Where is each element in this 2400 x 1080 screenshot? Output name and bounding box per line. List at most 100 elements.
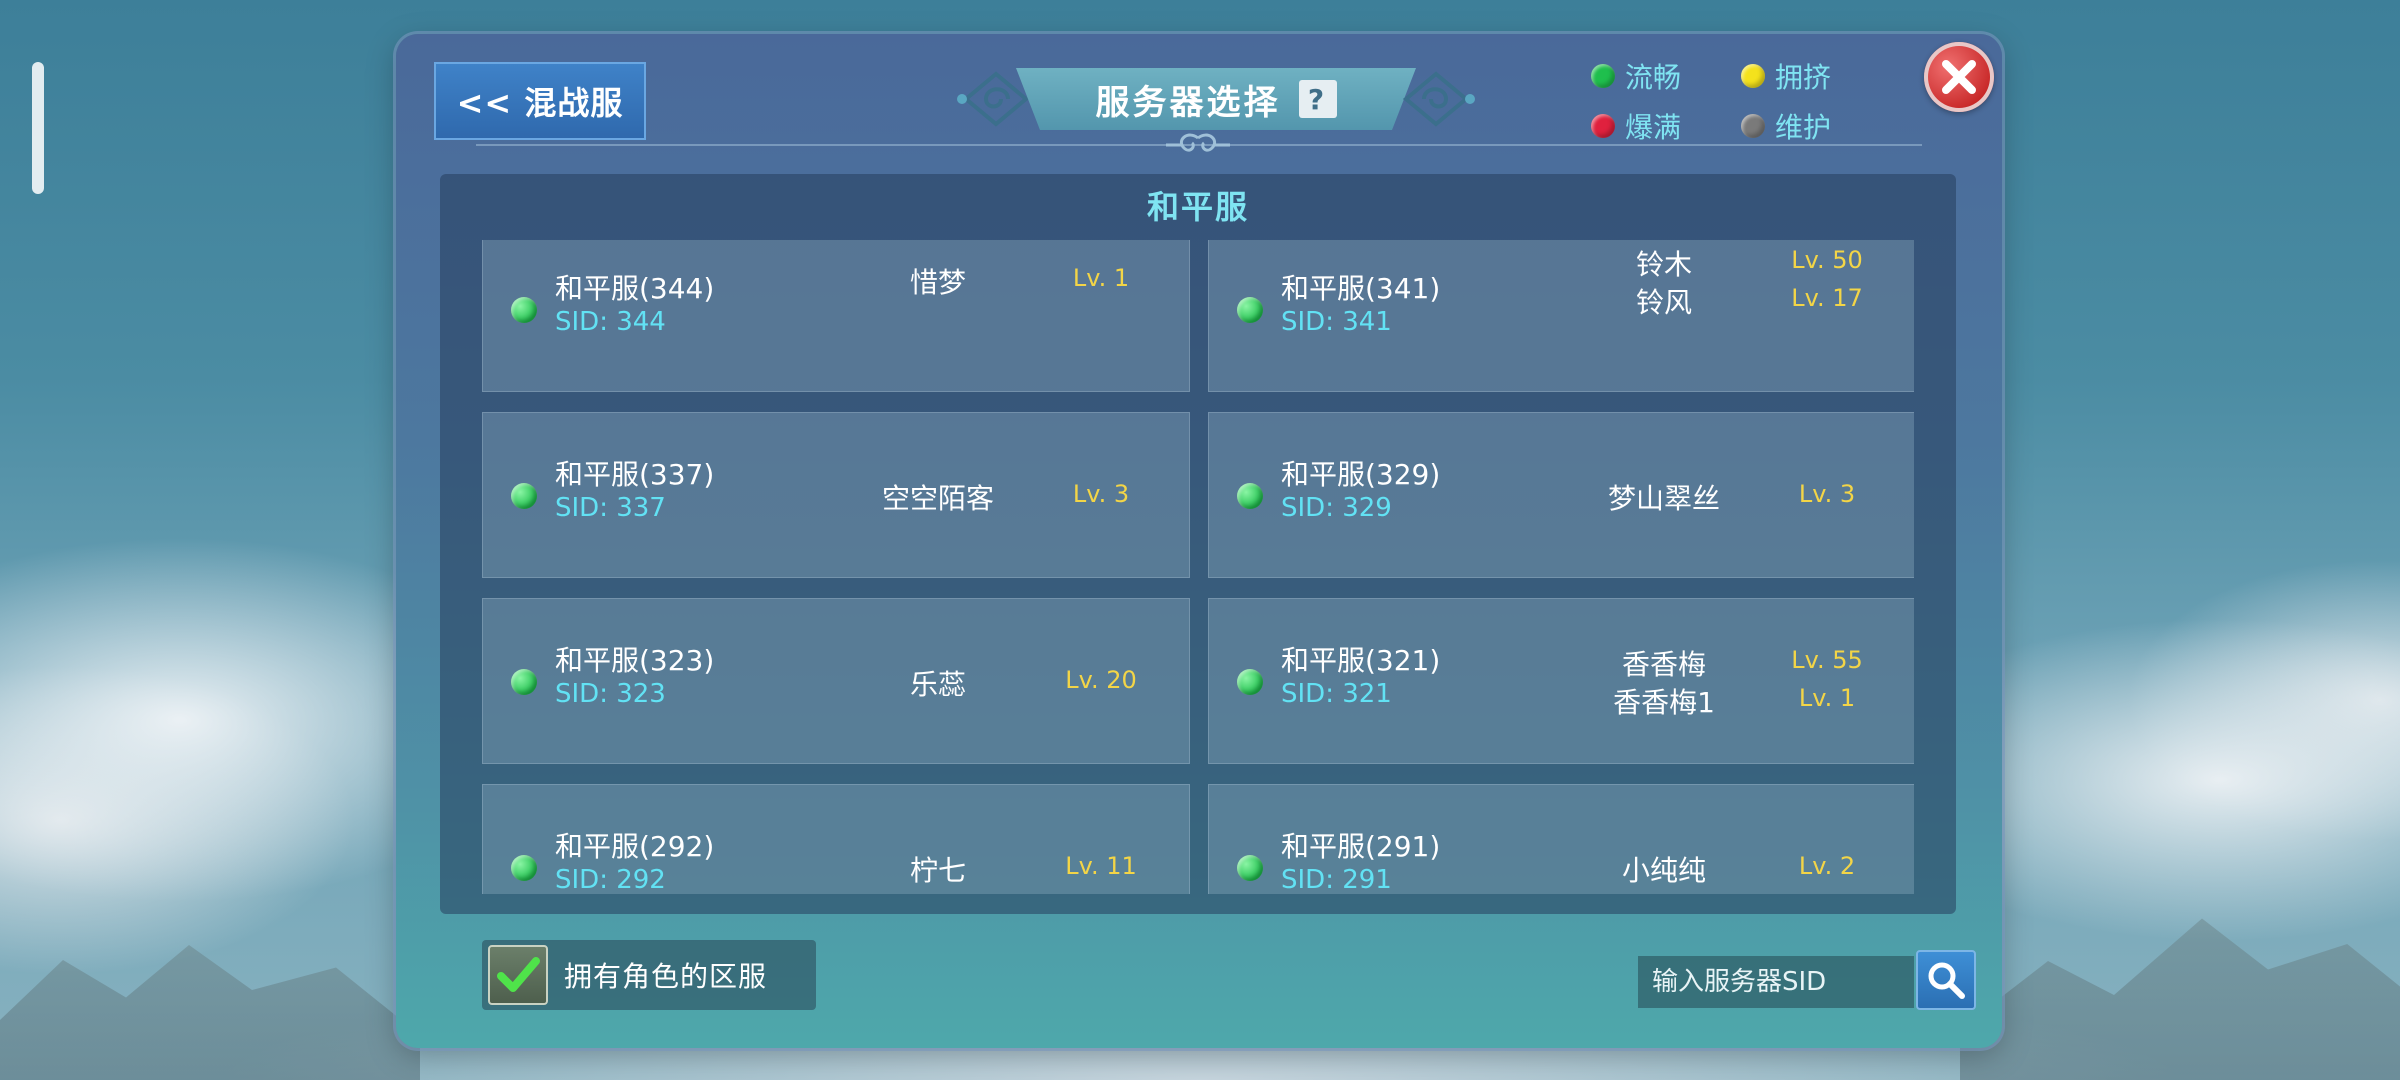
legend-label: 流畅 bbox=[1625, 61, 1682, 94]
server-sid: SID: 341 bbox=[1281, 307, 1392, 337]
game-background: << 混战服 服务器选择 ? 流畅 拥挤 爆满 维护 和平服 和平服(344) … bbox=[0, 0, 2400, 1080]
legend-crowded: 拥挤 bbox=[1741, 56, 1891, 96]
status-dot-icon bbox=[1741, 64, 1765, 88]
server-sid: SID: 323 bbox=[555, 679, 666, 709]
character-list: 空空陌客 Lv. 3 bbox=[843, 413, 1169, 579]
side-scroll-handle[interactable] bbox=[32, 62, 44, 194]
character-row: 梦山翠丝 Lv. 3 bbox=[1569, 477, 1895, 517]
character-list: 小纯纯 Lv. 2 bbox=[1569, 785, 1895, 894]
character-level: Lv. 11 bbox=[1065, 852, 1137, 880]
server-sid: SID: 344 bbox=[555, 307, 666, 337]
server-name: 和平服(344) bbox=[555, 272, 715, 305]
character-level: Lv. 2 bbox=[1798, 852, 1856, 880]
server-name: 和平服(291) bbox=[1281, 830, 1441, 863]
back-to-mixed-server-button[interactable]: << 混战服 bbox=[434, 62, 646, 140]
server-sid: SID: 292 bbox=[555, 865, 666, 894]
character-name: 惜梦 bbox=[909, 266, 966, 299]
character-row: 香香梅 Lv. 55 bbox=[1569, 643, 1895, 683]
server-name: 和平服(321) bbox=[1281, 644, 1441, 677]
server-name: 和平服(337) bbox=[555, 458, 715, 491]
character-level: Lv. 3 bbox=[1798, 480, 1856, 508]
server-name: 和平服(323) bbox=[555, 644, 715, 677]
character-list: 铃木 Lv. 50 铃风 Lv. 17 bbox=[1569, 240, 1895, 393]
character-name: 梦山翠丝 bbox=[1607, 482, 1720, 515]
character-level: Lv. 1 bbox=[1072, 264, 1130, 292]
server-card[interactable]: 和平服(292) SID: 292 柠七 Lv. 11 bbox=[482, 784, 1190, 894]
character-level: Lv. 17 bbox=[1791, 284, 1863, 312]
character-level: Lv. 55 bbox=[1791, 646, 1863, 674]
character-level: Lv. 50 bbox=[1791, 246, 1863, 274]
character-list: 香香梅 Lv. 55 香香梅1 Lv. 1 bbox=[1569, 599, 1895, 765]
legend-label: 拥挤 bbox=[1775, 61, 1832, 94]
server-card[interactable]: 和平服(321) SID: 321 香香梅 Lv. 55 香香梅1 Lv. 1 bbox=[1208, 598, 1914, 764]
character-row: 香香梅1 Lv. 1 bbox=[1569, 681, 1895, 721]
title-row: 服务器选择 ? bbox=[956, 68, 1476, 130]
character-row: 空空陌客 Lv. 3 bbox=[843, 477, 1169, 517]
category-title: 和平服 bbox=[1146, 188, 1249, 226]
character-level: Lv. 1 bbox=[1798, 684, 1856, 712]
character-row: 铃风 Lv. 17 bbox=[1569, 281, 1895, 321]
server-card[interactable]: 和平服(341) SID: 341 铃木 Lv. 50 铃风 Lv. 17 bbox=[1208, 240, 1914, 392]
server-card[interactable]: 和平服(323) SID: 323 乐蕊 Lv. 20 bbox=[482, 598, 1190, 764]
server-list[interactable]: 和平服(344) SID: 344 惜梦 Lv. 1 和平服(341) SID:… bbox=[482, 240, 1914, 894]
character-list: 柠七 Lv. 11 bbox=[843, 785, 1169, 894]
character-name: 小纯纯 bbox=[1621, 854, 1706, 887]
status-dot-icon bbox=[1741, 114, 1765, 138]
search-icon bbox=[1928, 962, 1965, 999]
server-sid: SID: 337 bbox=[555, 493, 666, 523]
character-list: 惜梦 Lv. 1 bbox=[843, 240, 1169, 393]
legend-label: 爆满 bbox=[1625, 111, 1682, 144]
character-row: 铃木 Lv. 50 bbox=[1569, 243, 1895, 283]
status-legend: 流畅 拥挤 爆满 维护 bbox=[1591, 56, 1891, 146]
server-list-area: 和平服 和平服(344) SID: 344 惜梦 Lv. 1 和平服(341) … bbox=[440, 174, 1956, 914]
status-dot-icon bbox=[1237, 297, 1263, 323]
character-list: 梦山翠丝 Lv. 3 bbox=[1569, 413, 1895, 579]
status-dot-icon bbox=[1591, 114, 1615, 138]
character-row: 乐蕊 Lv. 20 bbox=[843, 663, 1169, 703]
status-dot-icon bbox=[1591, 64, 1615, 88]
character-level: Lv. 20 bbox=[1065, 666, 1137, 694]
server-sid: SID: 329 bbox=[1281, 493, 1392, 523]
server-select-panel: << 混战服 服务器选择 ? 流畅 拥挤 爆满 维护 和平服 和平服(344) … bbox=[396, 34, 2002, 1048]
close-button[interactable] bbox=[1924, 42, 1994, 112]
mountain-left bbox=[0, 945, 420, 1080]
server-card[interactable]: 和平服(329) SID: 329 梦山翠丝 Lv. 3 bbox=[1208, 412, 1914, 578]
character-name: 铃木 bbox=[1635, 248, 1692, 281]
server-card[interactable]: 和平服(337) SID: 337 空空陌客 Lv. 3 bbox=[482, 412, 1190, 578]
status-dot-icon bbox=[511, 669, 537, 695]
legend-maintenance: 维护 bbox=[1741, 106, 1891, 146]
character-row: 惜梦 Lv. 1 bbox=[843, 261, 1169, 301]
character-level: Lv. 3 bbox=[1072, 480, 1130, 508]
owned-servers-checkbox[interactable] bbox=[488, 945, 548, 1005]
page-title: 服务器选择 bbox=[1095, 82, 1281, 123]
search-button[interactable] bbox=[1916, 950, 1976, 1010]
character-row: 柠七 Lv. 11 bbox=[843, 849, 1169, 889]
character-name: 香香梅 bbox=[1621, 648, 1706, 681]
character-name: 铃风 bbox=[1635, 286, 1692, 319]
status-dot-icon bbox=[511, 297, 537, 323]
server-sid-search-input[interactable] bbox=[1638, 956, 1914, 1008]
server-name: 和平服(292) bbox=[555, 830, 715, 863]
server-card[interactable]: 和平服(344) SID: 344 惜梦 Lv. 1 bbox=[482, 240, 1190, 392]
help-icon[interactable]: ? bbox=[1298, 80, 1337, 118]
legend-smooth: 流畅 bbox=[1591, 56, 1741, 96]
mountain-right bbox=[1960, 918, 2400, 1080]
status-dot-icon bbox=[511, 855, 537, 881]
server-name: 和平服(341) bbox=[1281, 272, 1441, 305]
character-name: 柠七 bbox=[909, 854, 966, 887]
owned-servers-toggle[interactable]: 拥有角色的区服 bbox=[482, 940, 816, 1010]
server-sid: SID: 291 bbox=[1281, 865, 1392, 894]
legend-label: 维护 bbox=[1775, 111, 1832, 144]
legend-full: 爆满 bbox=[1591, 106, 1741, 146]
character-name: 香香梅1 bbox=[1613, 686, 1715, 719]
checkmark-icon bbox=[497, 957, 540, 992]
status-dot-icon bbox=[511, 483, 537, 509]
server-sid: SID: 321 bbox=[1281, 679, 1392, 709]
status-dot-icon bbox=[1237, 855, 1263, 881]
status-dot-icon bbox=[1237, 483, 1263, 509]
character-name: 空空陌客 bbox=[881, 482, 994, 515]
divider-ornament-icon bbox=[1166, 133, 1230, 152]
owned-servers-label: 拥有角色的区服 bbox=[564, 960, 768, 993]
server-card[interactable]: 和平服(291) SID: 291 小纯纯 Lv. 2 bbox=[1208, 784, 1914, 894]
close-icon bbox=[1942, 60, 1976, 94]
